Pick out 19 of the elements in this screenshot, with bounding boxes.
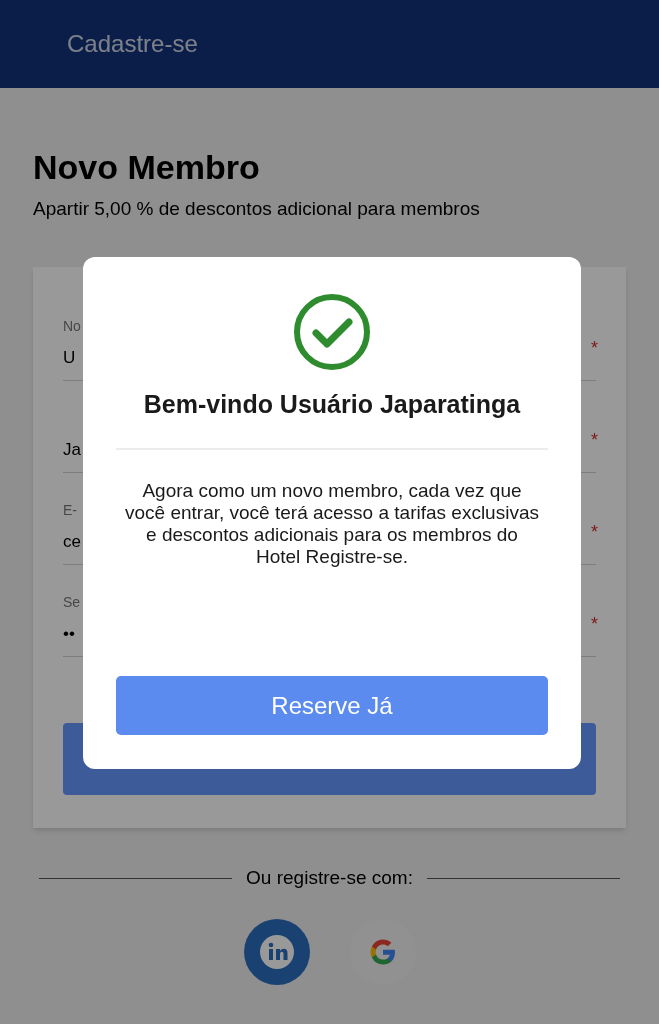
required-mark: * xyxy=(591,521,598,544)
required-mark: * xyxy=(591,429,598,452)
field-value[interactable]: ce xyxy=(63,528,81,554)
linkedin-icon xyxy=(259,934,294,969)
required-mark: * xyxy=(591,337,598,360)
page-title: Novo Membro xyxy=(33,147,261,188)
field-value[interactable]: Ja xyxy=(63,436,81,462)
field-label: E- xyxy=(63,500,77,520)
page-subtitle: Apartir 5,00 % de descontos adicional para membros xyxy=(33,196,481,221)
social-caption: Ou registre-se com: xyxy=(246,866,413,890)
field-value[interactable]: U xyxy=(63,344,76,370)
field-label: Se xyxy=(63,592,81,612)
required-mark: * xyxy=(591,613,598,636)
field-value[interactable]: •• xyxy=(63,620,75,646)
check-circle-icon xyxy=(292,292,372,372)
dialog-message: Agora como um novo membro, cada vez que você entrar, você terá acesso a tarifas exclusivas e descontos adicionais para os membros do Hotel Registre-se. xyxy=(124,479,540,568)
dialog-title: Bem-vindo Usuário Japaratinga xyxy=(143,389,521,420)
field-label: No xyxy=(63,316,81,336)
header-title: Cadastre-se xyxy=(67,29,198,59)
